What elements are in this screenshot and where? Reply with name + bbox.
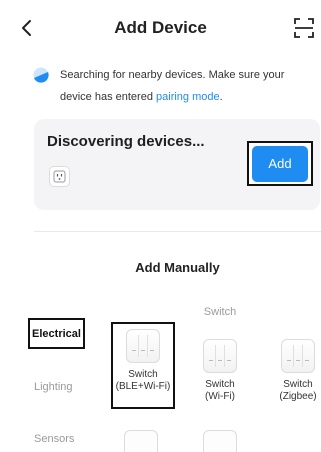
group-label-switch: Switch — [203, 306, 237, 318]
tile-label: Switch (Wi-Fi) — [205, 379, 235, 402]
searching-notice: Searching for nearby devices. Make sure … — [34, 64, 314, 108]
add-button[interactable]: Add — [252, 145, 308, 182]
discovering-title: Discovering devices... — [47, 133, 205, 150]
tile-label: Switch (Zigbee) — [279, 379, 317, 402]
switch-icon — [281, 339, 315, 373]
add-button-frame: Add — [247, 141, 313, 186]
divider — [34, 231, 321, 232]
scan-icon — [294, 18, 314, 38]
socket-icon — [53, 170, 66, 183]
tile-label: Switch (BLE+Wi-Fi) — [115, 369, 171, 392]
category-sensors[interactable]: Sensors — [34, 433, 74, 445]
scan-button[interactable] — [293, 16, 315, 40]
switch-icon[interactable] — [203, 430, 237, 452]
category-lighting[interactable]: Lighting — [34, 381, 73, 393]
category-electrical[interactable]: Electrical — [28, 318, 85, 349]
switch-icon — [203, 339, 237, 373]
pairing-mode-link[interactable]: pairing mode — [156, 91, 220, 103]
discovered-device[interactable] — [49, 166, 70, 187]
add-manually-title: Add Manually — [135, 260, 220, 275]
notice-suffix: . — [219, 91, 223, 103]
discovering-card: Discovering devices... Add — [34, 119, 320, 210]
header-bar: Add Device — [0, 0, 321, 56]
tile-switch-zigbee[interactable]: Switch (Zigbee) — [266, 339, 321, 403]
switch-icon[interactable] — [124, 430, 158, 452]
switch-icon — [126, 329, 160, 363]
tile-switch-ble-wifi[interactable]: Switch (BLE+Wi-Fi) — [111, 322, 175, 409]
page-title: Add Device — [114, 18, 207, 37]
tile-switch-wifi[interactable]: Switch (Wi-Fi) — [188, 339, 252, 403]
